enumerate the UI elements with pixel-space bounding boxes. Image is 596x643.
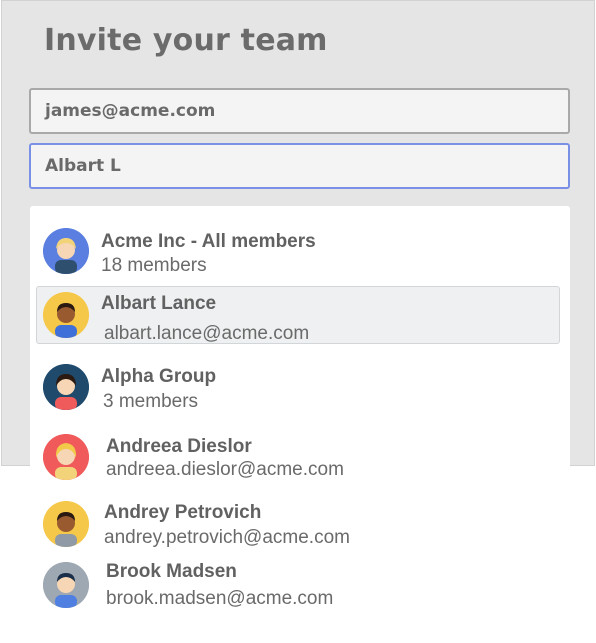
result-name: Brook Madsen [106, 561, 237, 582]
user-avatar-icon [43, 434, 89, 480]
result-subtitle: albart.lance@acme.com [104, 323, 310, 344]
result-subtitle: andreea.dieslor@acme.com [106, 459, 344, 480]
page-title: Invite your team [44, 23, 328, 58]
result-subtitle: andrey.petrovich@acme.com [104, 527, 350, 548]
result-item-alpha-group[interactable]: Alpha Group 3 members [0, 360, 596, 420]
result-subtitle: 3 members [103, 391, 199, 412]
result-subtitle: 18 members [101, 255, 207, 276]
group-avatar-icon [43, 364, 89, 410]
result-name: Andrey Petrovich [104, 502, 262, 523]
result-subtitle: brook.madsen@acme.com [106, 588, 334, 609]
search-input-value: Albart L [45, 156, 121, 176]
result-item-andrey-petrovich[interactable]: Andrey Petrovich andrey.petrovich@acme.c… [0, 498, 596, 558]
team-avatar-icon [43, 228, 89, 274]
result-item-andreea-dieslor[interactable]: Andreea Dieslor andreea.dieslor@acme.com [0, 430, 596, 490]
user-avatar-icon [43, 501, 89, 547]
email-field[interactable]: james@acme.com [29, 88, 570, 134]
result-name: Andreea Dieslor [106, 436, 252, 457]
email-field-value: james@acme.com [45, 101, 216, 121]
user-avatar-icon [43, 562, 89, 608]
result-name: Acme Inc - All members [101, 231, 316, 252]
result-item-acme-inc[interactable]: Acme Inc - All members 18 members [0, 222, 596, 282]
result-item-albart-lance[interactable]: Albart Lance albart.lance@acme.com [0, 288, 596, 348]
search-input[interactable]: Albart L [29, 143, 570, 189]
user-avatar-icon [43, 292, 89, 338]
result-item-brook-madsen[interactable]: Brook Madsen brook.madsen@acme.com [0, 560, 596, 620]
result-name: Albart Lance [101, 293, 217, 314]
result-name: Alpha Group [101, 366, 217, 387]
